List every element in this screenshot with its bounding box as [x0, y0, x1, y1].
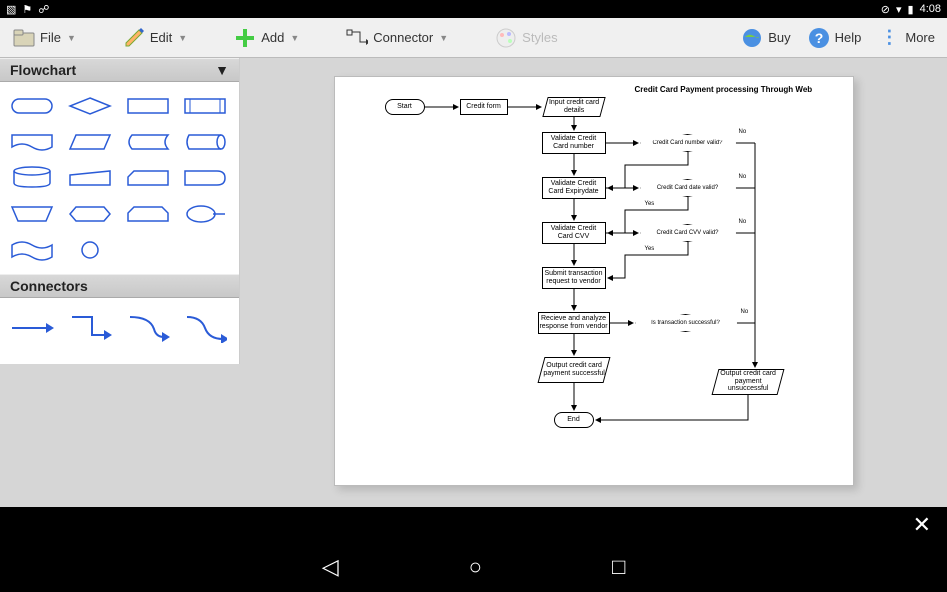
nav-back-icon[interactable]: ◁: [322, 554, 339, 580]
chevron-down-icon: ▼: [67, 33, 76, 43]
help-label: Help: [835, 30, 862, 45]
more-label: More: [905, 30, 935, 45]
node-output-success[interactable]: Output credit card payment successful: [537, 357, 610, 383]
label-no: No: [739, 129, 747, 135]
flowchart-section-label: Flowchart: [10, 62, 76, 78]
diagram-page[interactable]: Credit Card Payment processing Through W…: [334, 76, 854, 486]
flag-icon: ⚑: [22, 3, 32, 16]
node-validate-expiry[interactable]: Validate Credit Card Expirydate: [542, 177, 606, 199]
plus-icon: [233, 26, 257, 50]
node-submit-txn[interactable]: Submit transaction request to vendor: [542, 267, 606, 289]
chevron-down-icon: ▼: [178, 33, 187, 43]
buy-button[interactable]: Buy: [732, 22, 798, 54]
node-input-details[interactable]: Input credit card details: [542, 97, 605, 117]
node-start[interactable]: Start: [385, 99, 425, 115]
node-output-fail[interactable]: Output credit card payment unsuccessful: [711, 369, 784, 395]
label-no: No: [739, 219, 747, 225]
clock-text: 4:08: [920, 3, 941, 15]
chevron-down-icon: ▼: [290, 33, 299, 43]
android-icon: ☍: [38, 3, 49, 16]
pencil-icon: [122, 26, 146, 50]
shape-loop-limit[interactable]: [124, 200, 172, 228]
canvas-area[interactable]: Credit Card Payment processing Through W…: [240, 58, 947, 507]
connectors-section-header[interactable]: Connectors: [0, 274, 239, 298]
shape-tape[interactable]: [8, 236, 56, 264]
battery-icon: ▮: [908, 3, 914, 16]
label-yes: Yes: [645, 246, 655, 252]
connector-s-curve[interactable]: [181, 312, 229, 344]
help-button[interactable]: ? Help: [799, 22, 870, 54]
nav-home-icon[interactable]: ○: [469, 554, 482, 580]
buy-label: Buy: [768, 30, 790, 45]
node-receive-analyze[interactable]: Recieve and analyze response from vendor: [538, 312, 610, 334]
help-icon: ?: [807, 26, 831, 50]
node-decision-txn[interactable]: Is transaction successful?: [635, 314, 737, 332]
shape-database[interactable]: [8, 164, 56, 192]
nav-recent-icon[interactable]: □: [612, 554, 625, 580]
system-bottom-bar: ✕ ◁ ○ □: [0, 507, 947, 592]
edit-label: Edit: [150, 30, 172, 45]
shape-predefined[interactable]: [181, 92, 229, 120]
shape-decision[interactable]: [66, 92, 114, 120]
diagram-title: Credit Card Payment processing Through W…: [635, 85, 813, 94]
close-icon[interactable]: ✕: [913, 512, 931, 538]
connector-menu[interactable]: Connector ▼: [337, 22, 456, 54]
flowchart-shapes-grid: [0, 82, 239, 274]
node-validate-cvv[interactable]: Validate Credit Card CVV: [542, 222, 606, 244]
node-decision-cvv[interactable]: Credit Card CVV valid?: [640, 224, 736, 242]
styles-menu[interactable]: Styles: [486, 22, 565, 54]
globe-icon: [740, 26, 764, 50]
shape-display[interactable]: [181, 200, 229, 228]
node-decision-number[interactable]: Credit Card number valid?: [640, 134, 736, 152]
node-end[interactable]: End: [554, 412, 594, 428]
app-toolbar: File ▼ Edit ▼ Add ▼ Connector ▼ Styles: [0, 18, 947, 58]
palette-icon: [494, 26, 518, 50]
wifi-icon: ▾: [896, 3, 902, 16]
connector-icon: [345, 26, 369, 50]
shape-process[interactable]: [124, 92, 172, 120]
shape-manual-input[interactable]: [66, 164, 114, 192]
label-yes: Yes: [645, 201, 655, 207]
collapse-icon: ▼: [215, 62, 229, 78]
connector-label: Connector: [373, 30, 433, 45]
connectors-grid: [0, 298, 239, 364]
shape-preparation[interactable]: [66, 200, 114, 228]
shape-delay[interactable]: [181, 164, 229, 192]
label-no: No: [739, 174, 747, 180]
connector-straight[interactable]: [8, 312, 56, 344]
shape-stored-data[interactable]: [124, 128, 172, 156]
chevron-down-icon: ▼: [439, 33, 448, 43]
edit-menu[interactable]: Edit ▼: [114, 22, 195, 54]
shape-terminator[interactable]: [8, 92, 56, 120]
connector-curved[interactable]: [124, 312, 172, 344]
connector-elbow[interactable]: [66, 312, 114, 344]
shape-data[interactable]: [66, 128, 114, 156]
folder-icon: [12, 26, 36, 50]
picture-icon: ▧: [6, 3, 16, 16]
node-validate-number[interactable]: Validate Credit Card number: [542, 132, 606, 154]
shape-manual-op[interactable]: [8, 200, 56, 228]
node-decision-date[interactable]: Credit Card date valid?: [640, 179, 736, 197]
flowchart-section-header[interactable]: Flowchart ▼: [0, 58, 239, 82]
shape-document[interactable]: [8, 128, 56, 156]
add-label: Add: [261, 30, 284, 45]
shape-direct-data[interactable]: [181, 128, 229, 156]
styles-label: Styles: [522, 30, 557, 45]
node-credit-form[interactable]: Credit form: [460, 99, 508, 115]
file-label: File: [40, 30, 61, 45]
shape-connector-circle[interactable]: [66, 236, 114, 264]
add-menu[interactable]: Add ▼: [225, 22, 307, 54]
label-no: No: [741, 309, 749, 315]
shape-sidebar: Flowchart ▼ Connectors: [0, 58, 240, 364]
connectors-section-label: Connectors: [10, 278, 88, 294]
no-disturb-icon: ⊘: [881, 3, 890, 16]
more-vert-icon: ⋮: [877, 26, 901, 50]
svg-text:?: ?: [814, 30, 823, 46]
more-button[interactable]: ⋮ More: [869, 22, 943, 54]
file-menu[interactable]: File ▼: [4, 22, 84, 54]
android-statusbar: ▧ ⚑ ☍ ⊘ ▾ ▮ 4:08: [0, 0, 947, 18]
shape-card[interactable]: [124, 164, 172, 192]
